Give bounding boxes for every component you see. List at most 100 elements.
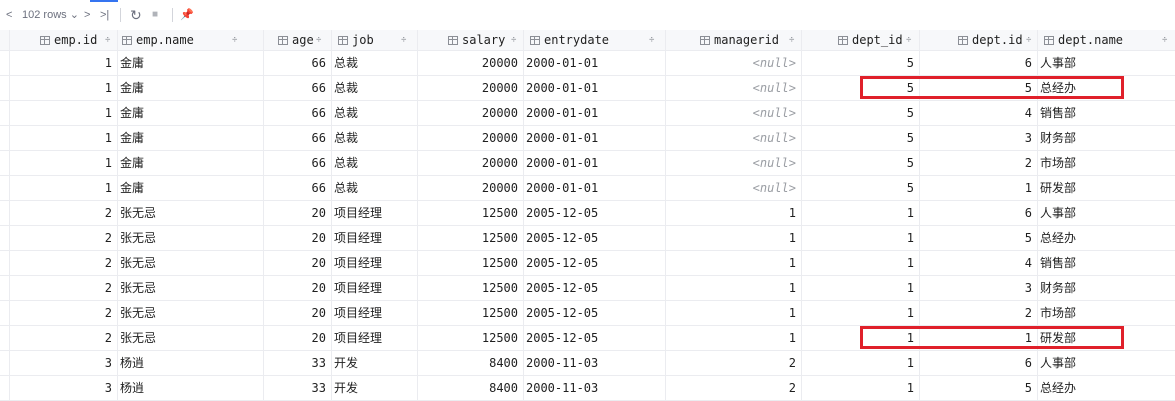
cell-emp-name[interactable]: 杨逍 [120, 351, 262, 375]
cell-salary[interactable]: 20000 [418, 76, 518, 100]
pin-icon[interactable]: 📌 [180, 0, 194, 30]
cell-dept-id[interactable]: 6 [920, 351, 1032, 375]
cell-dept-name[interactable]: 财务部 [1040, 126, 1173, 150]
cell-emp-id[interactable]: 3 [10, 351, 112, 375]
cell-age[interactable]: 20 [264, 276, 326, 300]
table-row[interactable]: 3 杨逍 33 开发 8400 2000-11-03 2 1 5 总经办 [0, 376, 1175, 401]
cell-emp-id[interactable]: 2 [10, 326, 112, 350]
table-row[interactable]: 2 张无忌 20 项目经理 12500 2005-12-05 1 1 4 销售部 [0, 251, 1175, 276]
table-row[interactable]: 1 金庸 66 总裁 20000 2000-01-01 <null> 5 1 研发部 [0, 176, 1175, 201]
cell-age[interactable]: 66 [264, 76, 326, 100]
cell-entrydate[interactable]: 2005-12-05 [526, 276, 664, 300]
cell-emp-name[interactable]: 张无忌 [120, 301, 262, 325]
cell-job[interactable]: 总裁 [334, 51, 416, 75]
cell-salary[interactable]: 12500 [418, 201, 518, 225]
cell-dept-id[interactable]: 2 [920, 151, 1032, 175]
cell-dept-id[interactable]: 5 [920, 376, 1032, 400]
cell-age[interactable]: 66 [264, 176, 326, 200]
cell-entrydate[interactable]: 2000-01-01 [526, 126, 664, 150]
cell-emp-id[interactable]: 3 [10, 376, 112, 400]
column-header-job[interactable]: job [338, 30, 374, 50]
cell-dept-id[interactable]: 3 [920, 126, 1032, 150]
cell-emp-name[interactable]: 金庸 [120, 76, 262, 100]
cell-emp-id[interactable]: 2 [10, 276, 112, 300]
cell-dept-id[interactable]: 4 [920, 101, 1032, 125]
first-page-button[interactable]: < [6, 0, 12, 30]
table-row[interactable]: 2 张无忌 20 项目经理 12500 2005-12-05 1 1 5 总经办 [0, 226, 1175, 251]
cell-salary[interactable]: 12500 [418, 226, 518, 250]
cell-emp-id[interactable]: 2 [10, 251, 112, 275]
cell-age[interactable]: 66 [264, 126, 326, 150]
cell-age[interactable]: 20 [264, 226, 326, 250]
cell-dept-id[interactable]: 5 [802, 126, 914, 150]
cell-dept-id[interactable]: 3 [920, 276, 1032, 300]
cell-job[interactable]: 总裁 [334, 151, 416, 175]
stop-icon[interactable]: ■ [152, 0, 158, 30]
sort-icon[interactable]: ÷ [316, 30, 321, 50]
cell-managerid[interactable]: 2 [666, 376, 796, 400]
cell-dept-id[interactable]: 1 [802, 351, 914, 375]
cell-dept-name[interactable]: 总经办 [1040, 226, 1173, 250]
cell-emp-name[interactable]: 金庸 [120, 51, 262, 75]
cell-dept-id[interactable]: 6 [920, 51, 1032, 75]
cell-age[interactable]: 66 [264, 51, 326, 75]
column-header-managerid[interactable]: managerid [700, 30, 779, 50]
column-header-emp-id[interactable]: emp.id [40, 30, 97, 50]
column-header-dept-id[interactable]: dept_id [838, 30, 903, 50]
cell-emp-name[interactable]: 杨逍 [120, 376, 262, 400]
cell-dept-name[interactable]: 人事部 [1040, 351, 1173, 375]
cell-job[interactable]: 项目经理 [334, 251, 416, 275]
cell-managerid[interactable]: 1 [666, 201, 796, 225]
cell-dept-id[interactable]: 6 [920, 201, 1032, 225]
cell-entrydate[interactable]: 2005-12-05 [526, 326, 664, 350]
cell-dept-name[interactable]: 销售部 [1040, 101, 1173, 125]
table-row[interactable]: 1 金庸 66 总裁 20000 2000-01-01 <null> 5 2 市场部 [0, 151, 1175, 176]
cell-emp-name[interactable]: 张无忌 [120, 276, 262, 300]
table-row[interactable]: 2 张无忌 20 项目经理 12500 2005-12-05 1 1 3 财务部 [0, 276, 1175, 301]
cell-age[interactable]: 20 [264, 301, 326, 325]
cell-emp-name[interactable]: 金庸 [120, 126, 262, 150]
cell-managerid[interactable]: 1 [666, 301, 796, 325]
cell-managerid[interactable]: 1 [666, 226, 796, 250]
table-row[interactable]: 2 张无忌 20 项目经理 12500 2005-12-05 1 1 6 人事部 [0, 201, 1175, 226]
cell-job[interactable]: 总裁 [334, 176, 416, 200]
cell-dept-id[interactable]: 5 [802, 101, 914, 125]
cell-emp-name[interactable]: 张无忌 [120, 251, 262, 275]
cell-dept-name[interactable]: 市场部 [1040, 301, 1173, 325]
cell-managerid[interactable]: <null> [666, 101, 796, 125]
cell-job[interactable]: 项目经理 [334, 301, 416, 325]
cell-dept-name[interactable]: 人事部 [1040, 201, 1173, 225]
cell-salary[interactable]: 12500 [418, 326, 518, 350]
cell-emp-name[interactable]: 张无忌 [120, 201, 262, 225]
table-row[interactable]: 3 杨逍 33 开发 8400 2000-11-03 2 1 6 人事部 [0, 351, 1175, 376]
cell-emp-id[interactable]: 2 [10, 226, 112, 250]
cell-job[interactable]: 总裁 [334, 126, 416, 150]
cell-age[interactable]: 33 [264, 376, 326, 400]
cell-dept-name[interactable]: 市场部 [1040, 151, 1173, 175]
cell-entrydate[interactable]: 2000-01-01 [526, 176, 664, 200]
cell-dept-name[interactable]: 研发部 [1040, 176, 1173, 200]
cell-emp-name[interactable]: 金庸 [120, 151, 262, 175]
sort-icon[interactable]: ÷ [1162, 30, 1167, 50]
cell-dept-id[interactable]: 5 [802, 151, 914, 175]
cell-salary[interactable]: 12500 [418, 276, 518, 300]
cell-age[interactable]: 66 [264, 151, 326, 175]
sort-icon[interactable]: ÷ [401, 30, 406, 50]
cell-age[interactable]: 20 [264, 201, 326, 225]
cell-dept-id[interactable]: 5 [802, 176, 914, 200]
cell-dept-name[interactable]: 人事部 [1040, 51, 1173, 75]
cell-salary[interactable]: 12500 [418, 301, 518, 325]
table-row[interactable]: 1 金庸 66 总裁 20000 2000-01-01 <null> 5 6 人事部 [0, 51, 1175, 76]
cell-managerid[interactable]: <null> [666, 151, 796, 175]
rows-count-dropdown[interactable]: 102 rows ⌄ [22, 0, 79, 30]
cell-managerid[interactable]: <null> [666, 51, 796, 75]
sort-icon[interactable]: ÷ [511, 30, 516, 50]
cell-job[interactable]: 项目经理 [334, 326, 416, 350]
cell-age[interactable]: 20 [264, 326, 326, 350]
cell-emp-name[interactable]: 金庸 [120, 176, 262, 200]
cell-dept-name[interactable]: 总经办 [1040, 376, 1173, 400]
cell-entrydate[interactable]: 2000-01-01 [526, 151, 664, 175]
cell-entrydate[interactable]: 2000-01-01 [526, 51, 664, 75]
sort-icon[interactable]: ÷ [105, 30, 110, 50]
sort-icon[interactable]: ÷ [1026, 30, 1031, 50]
